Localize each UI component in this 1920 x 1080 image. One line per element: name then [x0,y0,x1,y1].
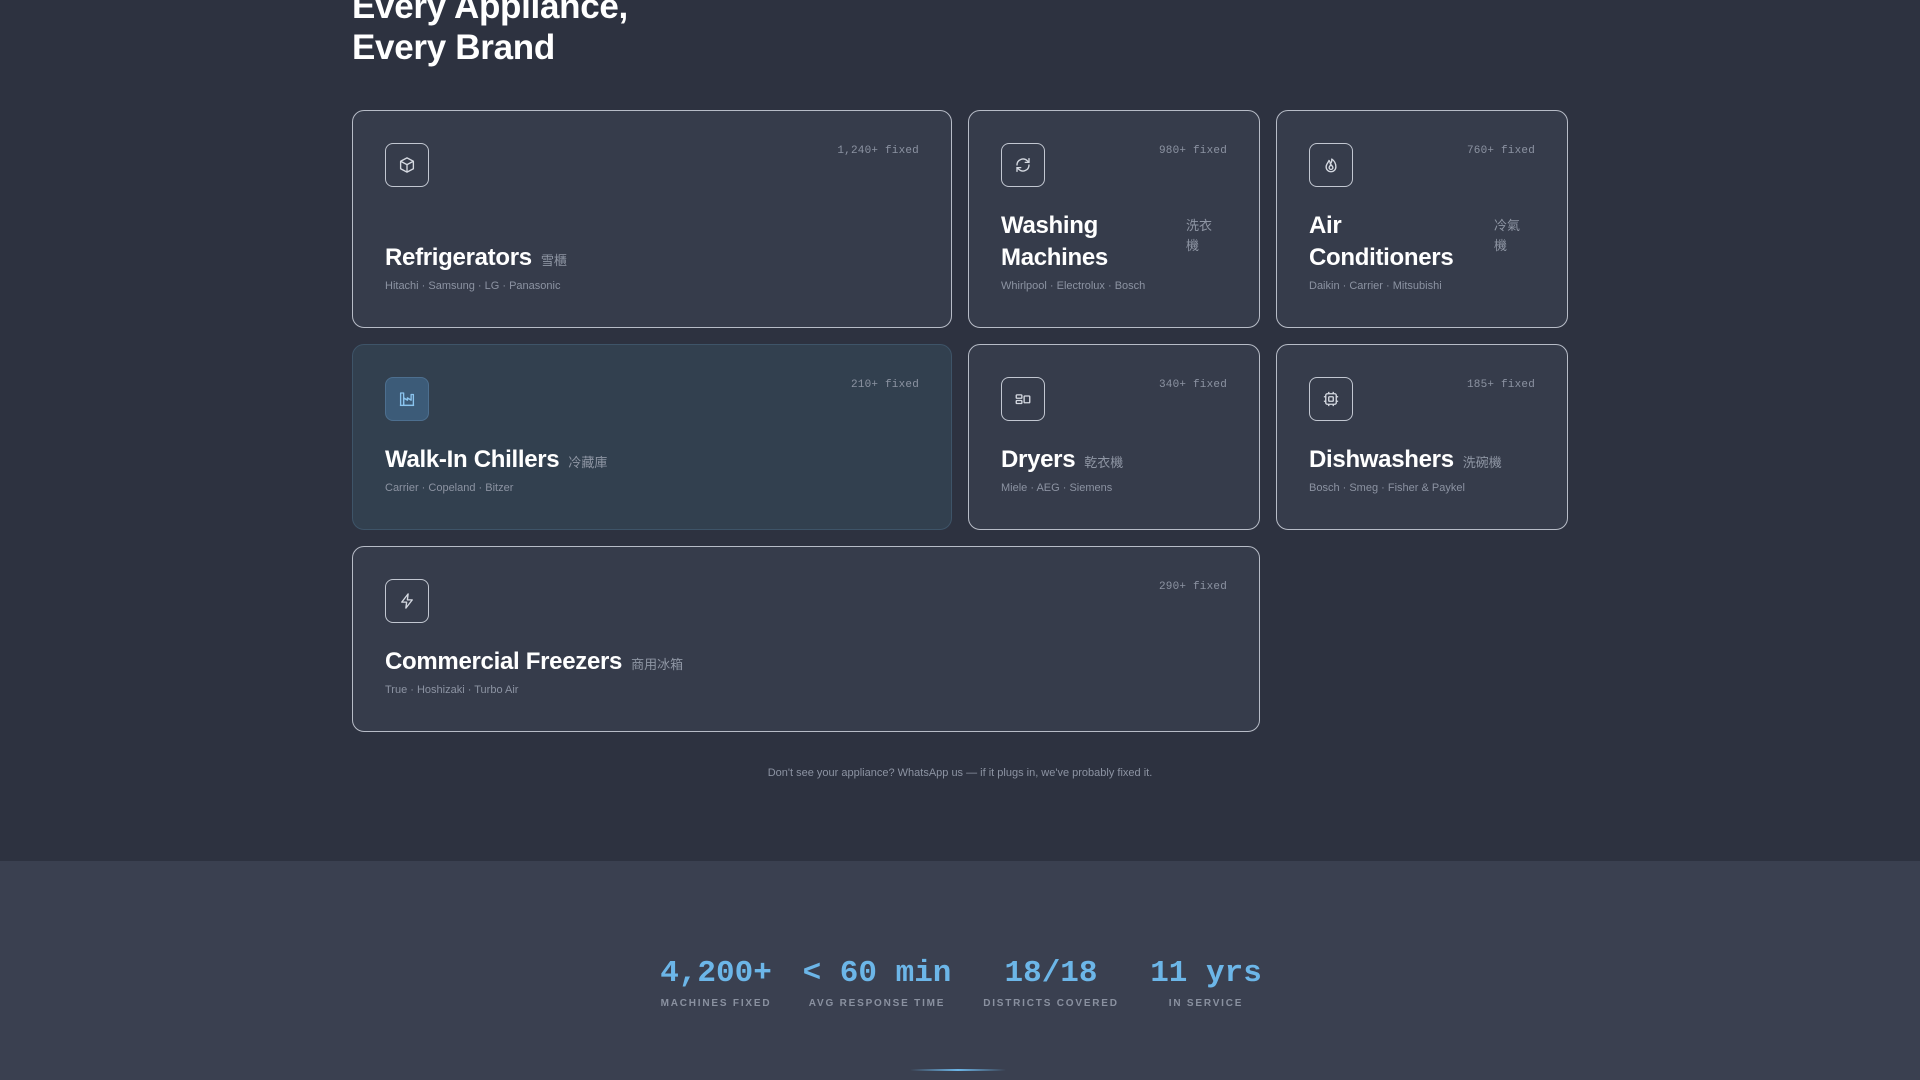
stat-in-service: 11 yrs IN SERVICE [1146,956,1266,1009]
card-title: Commercial Freezers [385,648,623,675]
heading-line-1: Every Appliance, [352,0,628,26]
flame-icon [1309,143,1353,187]
stat-label: AVG RESPONSE TIME [808,998,946,1009]
card-title-chinese: 冷藏庫 [568,455,608,470]
stat-value: 18/18 [1004,956,1098,991]
card-title-chinese: 雪櫃 [540,253,567,268]
card-brands: Hitachi · Samsung · LG · Panasonic [385,280,561,292]
card-title-row: Dishwashers 洗碗機 [1309,444,1535,476]
card-brands: Bosch · Smeg · Fisher & Paykel [1309,482,1465,494]
stat-avg-response-time: < 60 min AVG RESPONSE TIME [802,956,952,1009]
whatsapp-note: Don't see your appliance? WhatsApp us — … [767,767,1153,779]
factory-icon [385,377,429,421]
card-title-chinese: 冷氣機 [1494,218,1521,253]
card-title-chinese: 洗碗機 [1462,455,1502,470]
card-title: Refrigerators [385,244,532,271]
card-dishwashers[interactable]: 185+ fixed Dishwashers 洗碗機 Bosch · Smeg … [1276,344,1568,530]
card-title-chinese: 商用冰箱 [631,657,684,672]
page: Every Appliance, Every Brand 1,240+ fixe… [0,0,1920,1080]
card-brands: Whirlpool · Electrolux · Bosch [1001,280,1146,292]
section-heading: Every Appliance, Every Brand [352,0,628,68]
card-brands: Miele · AEG · Siemens [1001,482,1113,494]
repair-count: 980+ fixed [1158,145,1227,157]
card-commercial-freezers[interactable]: 290+ fixed Commercial Freezers 商用冰箱 True… [352,546,1260,732]
card-brands: Daikin · Carrier · Mitsubishi [1309,280,1442,292]
card-air-conditioners[interactable]: 760+ fixed Air Conditioners 冷氣機 Daikin ·… [1276,110,1568,328]
bolt-icon [385,579,429,623]
card-brands: Carrier · Copeland · Bitzer [385,482,514,494]
box-icon [385,143,429,187]
card-washing-machines[interactable]: 980+ fixed Washing Machines 洗衣機 Whirlpoo… [968,110,1260,328]
card-title-row: Dryers 乾衣機 [1001,444,1227,476]
stat-value: 4,200+ [660,956,772,991]
card-title: Dishwashers [1309,446,1454,473]
stats-band: 4,200+ MACHINES FIXED < 60 min AVG RESPO… [0,861,1920,1080]
stat-label: MACHINES FIXED [660,998,772,1009]
card-title-chinese: 乾衣機 [1084,455,1124,470]
card-title: Washing Machines [1001,212,1108,271]
repair-count: 210+ fixed [850,379,919,391]
card-title: Dryers [1001,446,1076,473]
chip-icon [1309,377,1353,421]
card-walk-in-chillers[interactable]: 210+ fixed Walk-In Chillers 冷藏庫 Carrier … [352,344,952,530]
repair-count: 185+ fixed [1466,379,1535,391]
stat-value: < 60 min [802,956,952,991]
stat-districts-covered: 18/18 DISTRICTS COVERED [976,956,1126,1009]
repair-count: 1,240+ fixed [837,145,919,157]
card-title-row: Commercial Freezers 商用冰箱 [385,646,1227,678]
stat-value: 11 yrs [1150,956,1262,991]
heading-line-2: Every Brand [352,28,555,67]
card-title-row: Refrigerators 雪櫃 [385,242,919,274]
card-title-row: Washing Machines 洗衣機 [1001,210,1227,274]
card-title-chinese: 洗衣機 [1186,218,1213,253]
card-brands: True · Hoshizaki · Turbo Air [385,684,519,696]
stat-label: IN SERVICE [1168,998,1244,1009]
card-title-row: Air Conditioners 冷氣機 [1309,210,1535,274]
repair-count: 290+ fixed [1158,581,1227,593]
repair-count: 340+ fixed [1158,379,1227,391]
card-title: Walk-In Chillers [385,446,560,473]
accent-divider [910,1069,1006,1071]
refresh-icon [1001,143,1045,187]
stat-machines-fixed: 4,200+ MACHINES FIXED [659,956,773,1009]
card-title-row: Walk-In Chillers 冷藏庫 [385,444,919,476]
stat-label: DISTRICTS COVERED [983,998,1119,1009]
repair-count: 760+ fixed [1466,145,1535,157]
dryer-icon [1001,377,1045,421]
card-dryers[interactable]: 340+ fixed Dryers 乾衣機 Miele · AEG · Siem… [968,344,1260,530]
card-title: Air Conditioners [1309,212,1454,271]
card-refrigerators[interactable]: 1,240+ fixed Refrigerators 雪櫃 Hitachi · … [352,110,952,328]
